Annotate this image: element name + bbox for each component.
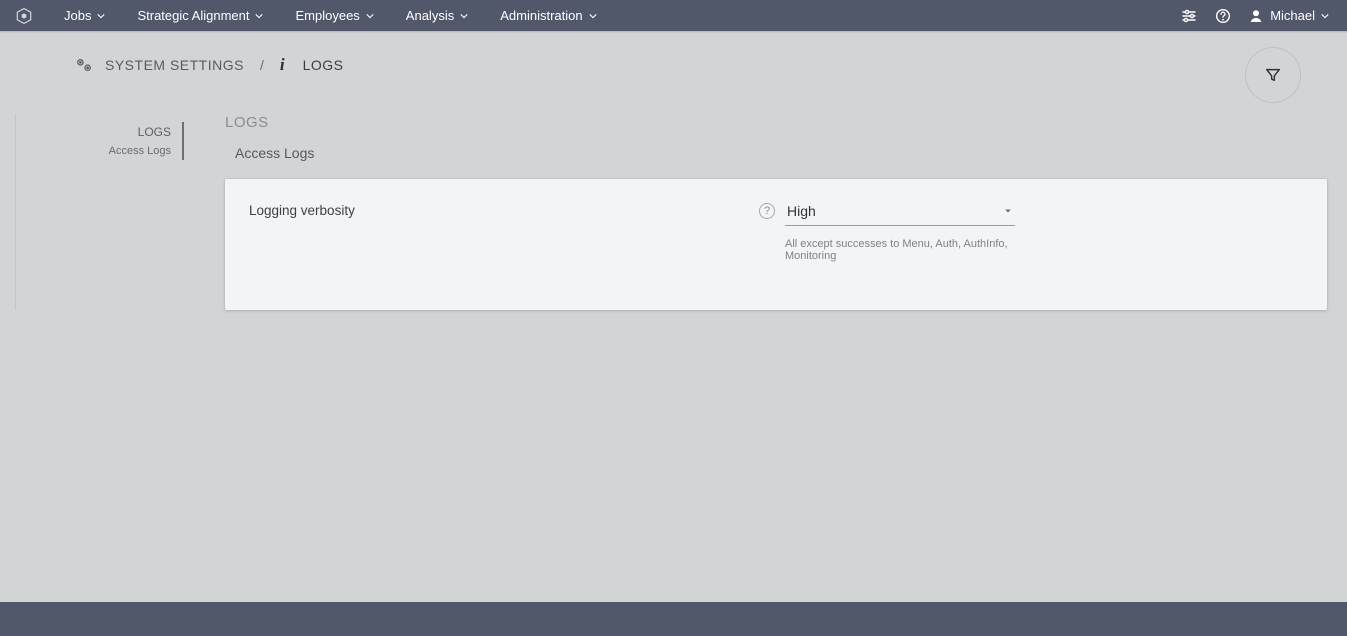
- active-marker: [182, 142, 184, 160]
- filter-icon: [1264, 66, 1282, 84]
- nav-administration[interactable]: Administration: [484, 0, 612, 31]
- sidebar-item-label: Access Logs: [109, 145, 171, 157]
- nav-strategic-alignment[interactable]: Strategic Alignment: [121, 0, 279, 31]
- form-row-verbosity: Logging verbosity ? High All except succ…: [249, 199, 1303, 262]
- verbosity-select[interactable]: High: [785, 199, 1015, 226]
- user-menu[interactable]: Michael: [1240, 8, 1337, 24]
- sidebar-item-logs[interactable]: LOGS: [16, 122, 185, 142]
- help-icon: [1215, 8, 1231, 24]
- nav-jobs[interactable]: Jobs: [48, 0, 121, 31]
- nav-label: Employees: [295, 8, 359, 23]
- nav-employees[interactable]: Employees: [279, 0, 389, 31]
- settings-sliders-button[interactable]: [1172, 0, 1206, 31]
- field-help-button[interactable]: ?: [759, 203, 775, 219]
- user-name: Michael: [1270, 8, 1315, 23]
- nav-label: Strategic Alignment: [137, 8, 249, 23]
- caret-down-icon: [1003, 206, 1013, 216]
- settings-card: Logging verbosity ? High All except succ…: [225, 179, 1327, 310]
- gears-icon: [75, 56, 93, 74]
- breadcrumb-separator: /: [260, 57, 264, 73]
- sliders-icon: [1181, 8, 1197, 24]
- hexagon-icon: [15, 7, 33, 25]
- active-marker: [182, 122, 184, 142]
- chevron-down-icon: [1321, 12, 1329, 20]
- breadcrumb: SYSTEM SETTINGS / i LOGS: [0, 33, 1347, 75]
- sidebar: LOGS Access Logs: [15, 114, 185, 310]
- info-icon: i: [280, 55, 285, 75]
- breadcrumb-root[interactable]: SYSTEM SETTINGS: [105, 57, 244, 73]
- question-mark-icon: ?: [764, 205, 770, 217]
- chevron-down-icon: [97, 12, 105, 20]
- sidebar-item-access-logs[interactable]: Access Logs: [16, 142, 185, 160]
- chevron-down-icon: [255, 12, 263, 20]
- footer-bar: [0, 602, 1347, 636]
- top-nav: Jobs Strategic Alignment Employees Analy…: [0, 0, 1347, 31]
- form-label: Logging verbosity: [249, 199, 749, 218]
- chevron-down-icon: [460, 12, 468, 20]
- nav-label: Analysis: [406, 8, 454, 23]
- app-logo[interactable]: [0, 7, 48, 25]
- select-value: High: [787, 203, 816, 219]
- field-hint: All except successes to Menu, Auth, Auth…: [785, 238, 1015, 262]
- user-icon: [1248, 8, 1264, 24]
- nav-label: Jobs: [64, 8, 91, 23]
- breadcrumb-current: LOGS: [303, 57, 344, 73]
- nav-label: Administration: [500, 8, 582, 23]
- nav-analysis[interactable]: Analysis: [390, 0, 484, 31]
- main-content: LOGS Access Logs Logging verbosity ? Hig…: [185, 114, 1347, 310]
- help-button[interactable]: [1206, 0, 1240, 31]
- subsection-title: Access Logs: [235, 145, 1327, 161]
- sidebar-item-label: LOGS: [138, 125, 171, 139]
- section-title: LOGS: [225, 114, 1327, 131]
- chevron-down-icon: [366, 12, 374, 20]
- chevron-down-icon: [589, 12, 597, 20]
